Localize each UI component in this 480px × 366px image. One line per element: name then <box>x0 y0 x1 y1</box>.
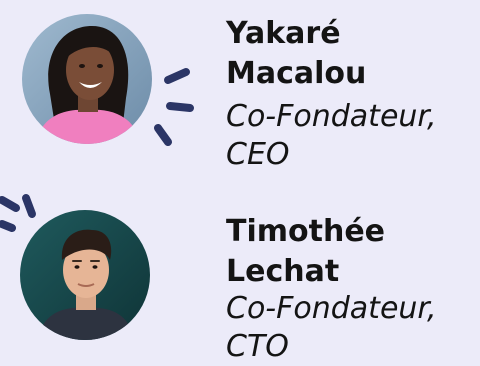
member-last-name: Macalou <box>226 56 367 91</box>
member-role-line2: CTO <box>226 329 289 364</box>
team-member-card: Yakaré Macalou Co-Fondateur, CEO <box>0 0 480 180</box>
member-name: Timothée Lechat <box>226 212 385 292</box>
member-first-name: Timothée <box>226 214 386 249</box>
member-role: Co-Fondateur, CTO <box>226 290 437 366</box>
member-last-name: Lechat <box>226 254 340 289</box>
member-role-line2: CEO <box>226 137 290 172</box>
member-role: Co-Fondateur, CEO <box>226 98 437 174</box>
portrait-image <box>20 210 150 340</box>
member-role-line1: Co-Fondateur, <box>226 291 437 326</box>
avatar <box>20 210 150 340</box>
decorative-sparks-icon <box>154 68 194 146</box>
portrait-image <box>22 14 152 144</box>
member-name: Yakaré Macalou <box>226 14 366 94</box>
member-first-name: Yakaré <box>226 16 341 51</box>
avatar <box>22 14 152 144</box>
member-role-line1: Co-Fondateur, <box>226 99 437 134</box>
team-member-card: Timothée Lechat Co-Fondateur, CTO <box>0 180 480 364</box>
